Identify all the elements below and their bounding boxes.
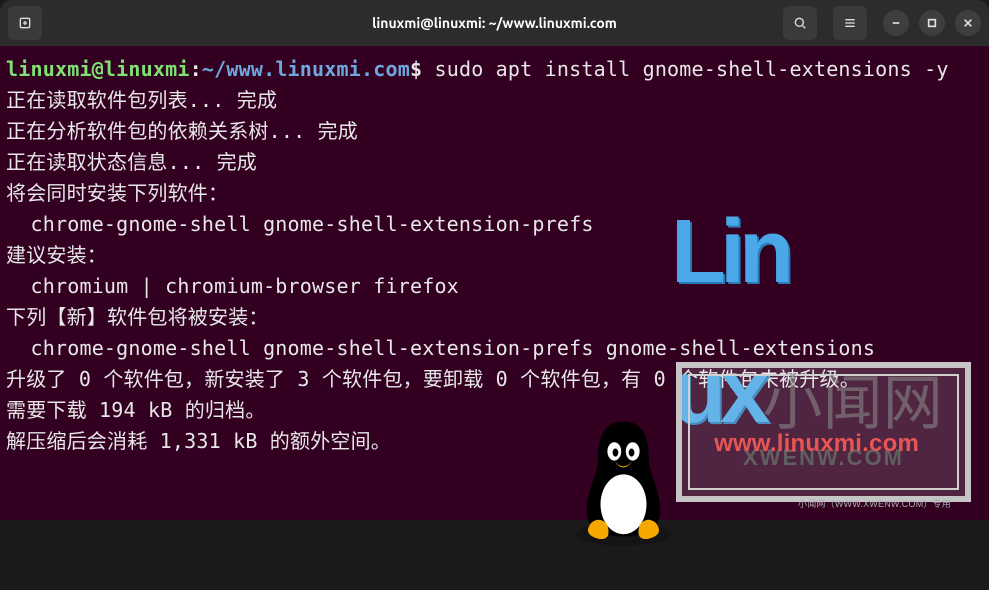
minimize-button[interactable] [883, 10, 909, 36]
watermark-url: www.linuxmi.com [714, 425, 919, 462]
search-button[interactable] [783, 6, 817, 40]
output-line: 正在分析软件包的依赖关系树... 完成 [6, 119, 358, 143]
output-line: 下列【新】软件包将被安装： [6, 305, 269, 329]
watermark-linux-text: Linux [671, 183, 811, 462]
output-line: 建议安装： [6, 243, 107, 267]
output-line: 解压缩后会消耗 1,331 kB 的额外空间。 [6, 429, 391, 453]
output-line: chromium | chromium-browser firefox [6, 274, 459, 298]
titlebar-left [8, 6, 48, 40]
prompt-dollar: $ [410, 57, 422, 81]
output-line: 升级了 0 个软件包，新安装了 3 个软件包，要卸载 0 个软件包，有 0 个软… [6, 367, 860, 391]
output-line: 正在读取软件包列表... 完成 [6, 88, 277, 112]
output-line: chrome-gnome-shell gnome-shell-extension… [6, 212, 594, 236]
menu-button[interactable] [833, 6, 867, 40]
prompt-colon: : [190, 57, 202, 81]
output-line: 正在读取状态信息... 完成 [6, 150, 257, 174]
output-line: 将会同时安装下列软件： [6, 181, 228, 205]
window-title: linuxmi@linuxmi: ~/www.linuxmi.com [372, 15, 617, 31]
command-text: sudo apt install gnome-shell-extensions … [422, 57, 948, 81]
prompt-path: ~/www.linuxmi.com [202, 57, 410, 81]
output-line: chrome-gnome-shell gnome-shell-extension… [6, 336, 875, 360]
watermark-small: 小闻网（WWW.XWENW.COM）专用 [798, 498, 951, 512]
titlebar-right [783, 6, 981, 40]
output-line: 需要下载 194 kB 的归档。 [6, 398, 266, 422]
prompt-user-host: linuxmi@linuxmi [6, 57, 190, 81]
terminal-area[interactable]: linuxmi@linuxmi:~/www.linuxmi.com$ sudo … [0, 46, 989, 520]
maximize-button[interactable] [919, 10, 945, 36]
titlebar: linuxmi@linuxmi: ~/www.linuxmi.com [0, 0, 989, 46]
close-button[interactable] [955, 10, 981, 36]
watermark-xwenw: XWENW.COM [743, 441, 904, 475]
new-tab-button[interactable] [8, 6, 42, 40]
